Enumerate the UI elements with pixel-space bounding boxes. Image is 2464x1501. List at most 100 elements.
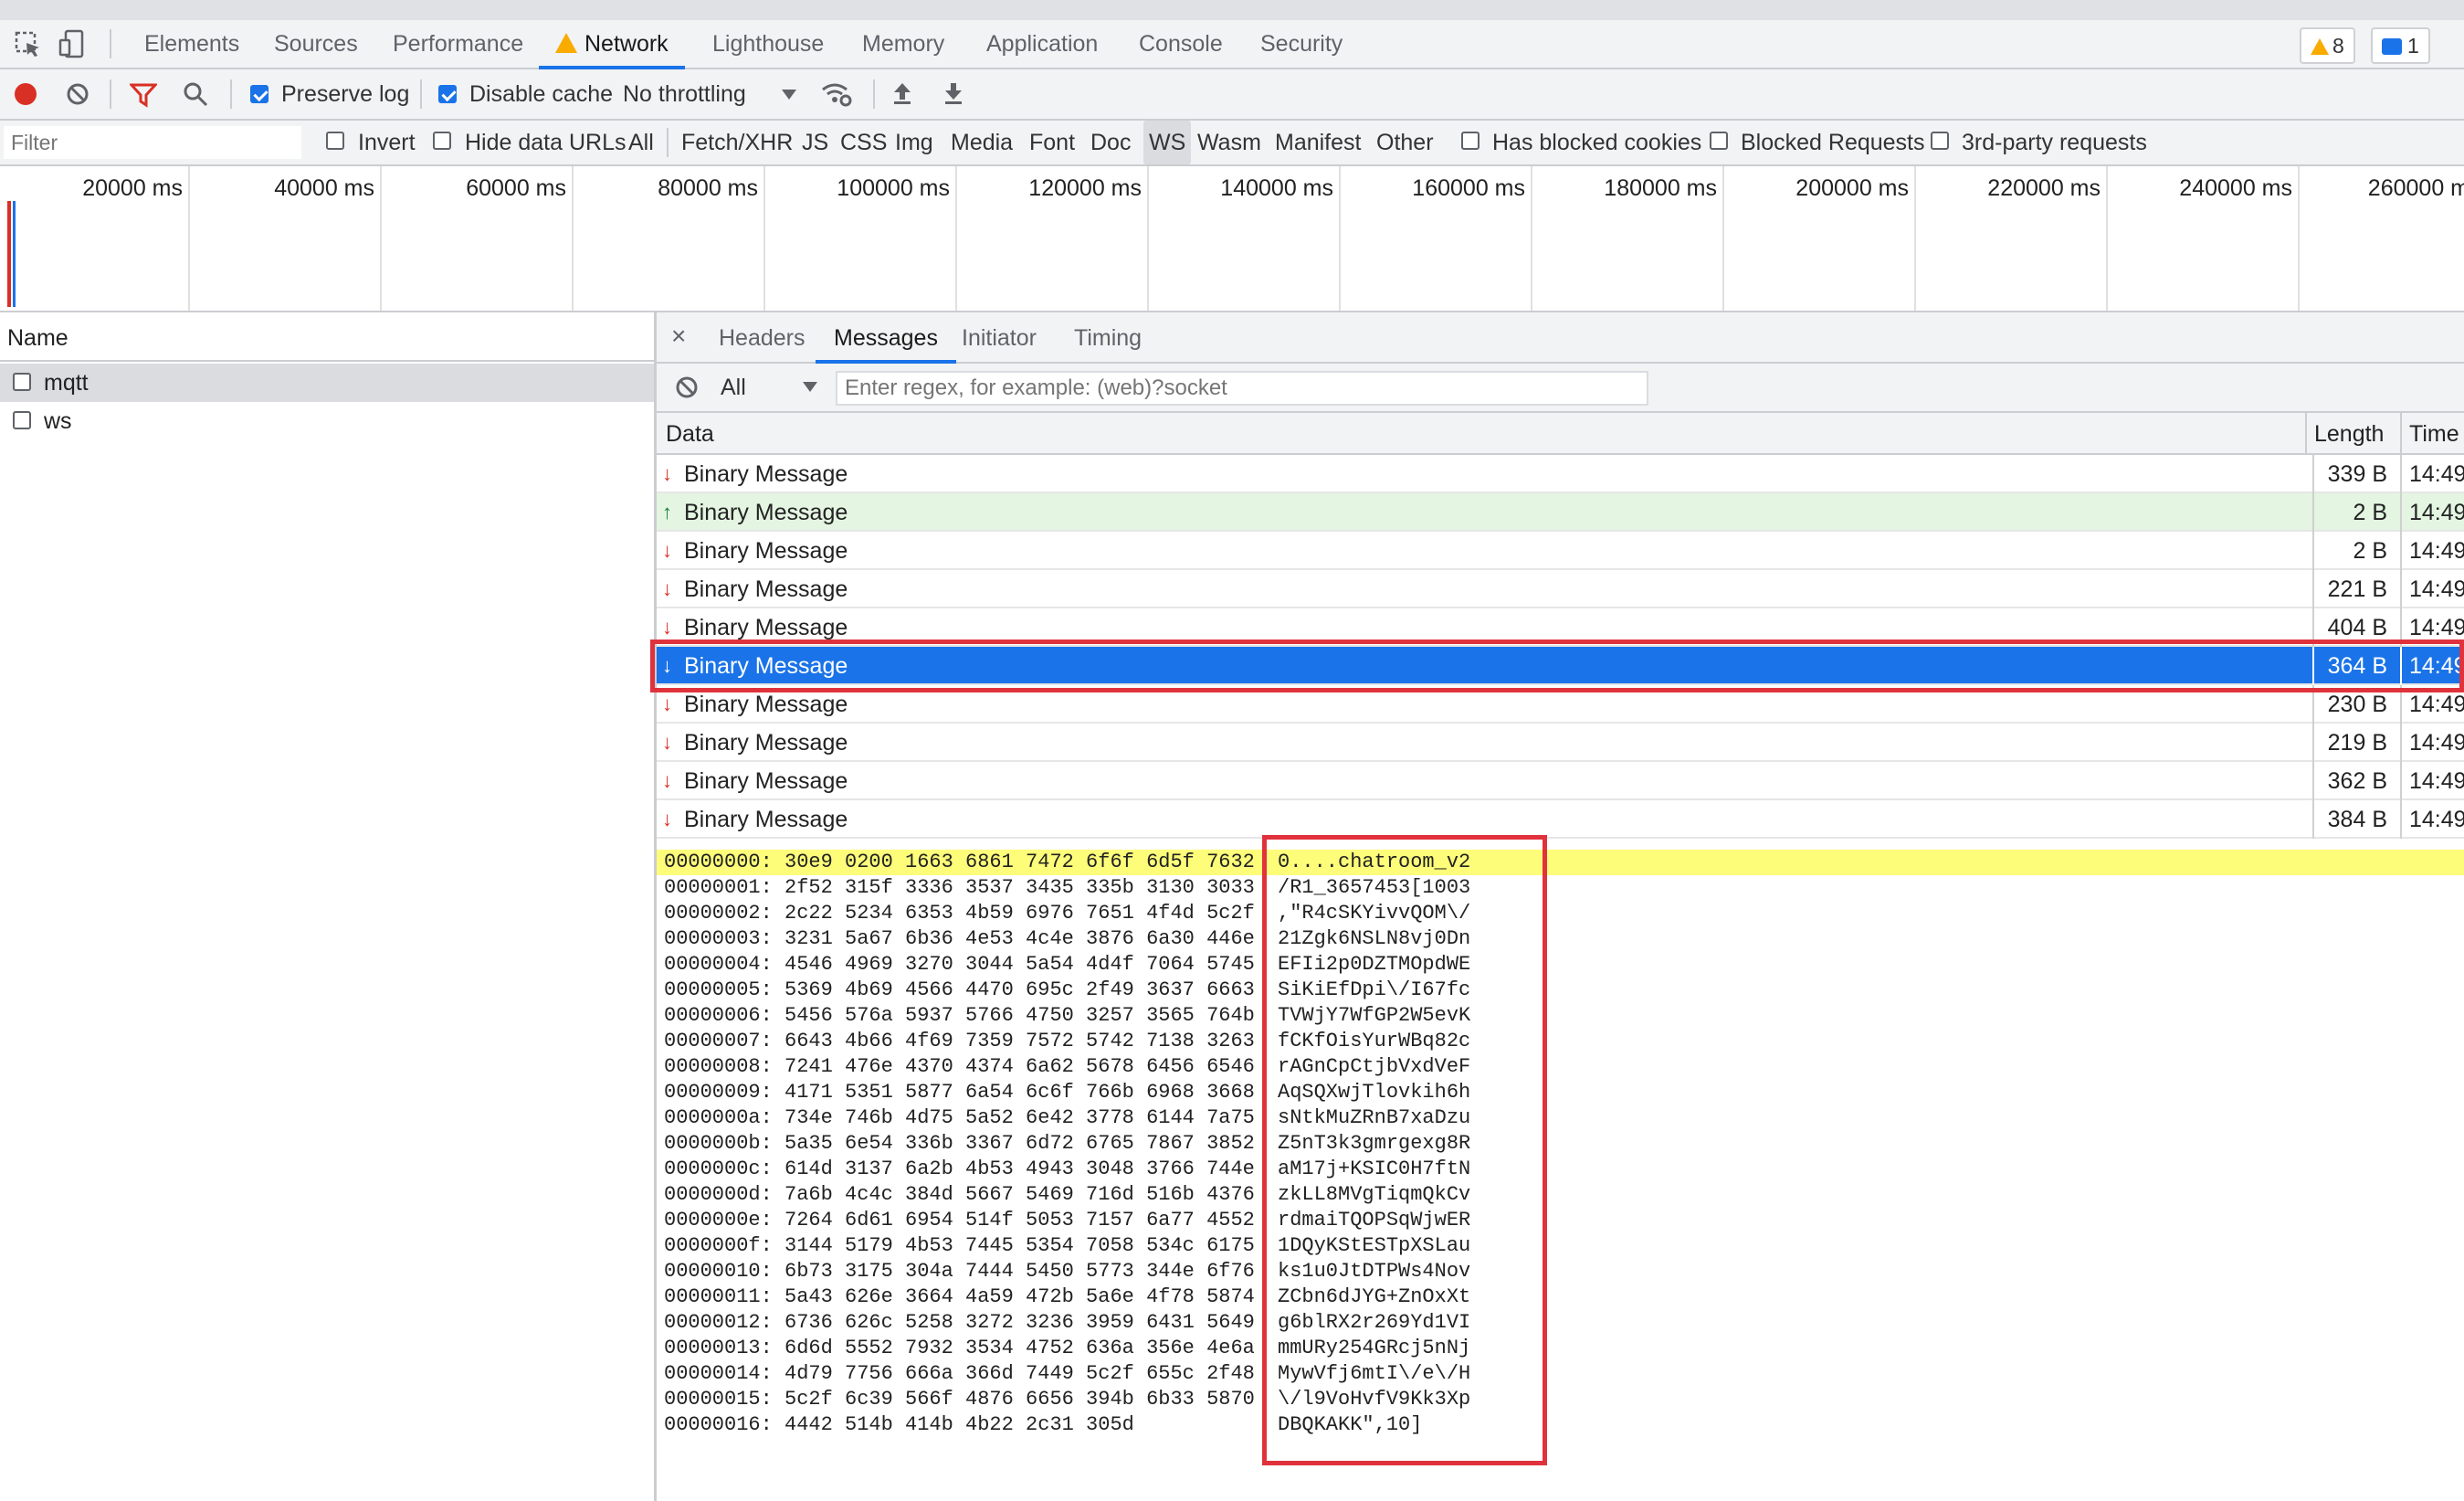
- message-row[interactable]: ↓ Binary Message 384 B14:49:: [657, 800, 2464, 839]
- type-filter-font[interactable]: Font: [1029, 121, 1075, 164]
- hex-offset: 00000000:: [664, 851, 773, 873]
- type-filter-ws[interactable]: WS: [1143, 121, 1192, 164]
- request-row-ws[interactable]: ws: [0, 402, 654, 440]
- hexdump-line: 0000000a: 734e 746b 4d75 5a52 6e42 3778 6…: [657, 1105, 2464, 1131]
- message-row[interactable]: ↓ Binary Message 362 B14:49:: [657, 762, 2464, 800]
- timeline-tick: 100000 ms: [763, 166, 957, 311]
- tab-performance[interactable]: Performance: [393, 20, 523, 68]
- filter-icon[interactable]: [130, 82, 157, 108]
- message-time: 14:49:: [2400, 493, 2464, 532]
- record-icon[interactable]: [15, 83, 37, 105]
- network-conditions-icon[interactable]: [820, 80, 853, 108]
- tab-messages[interactable]: Messages: [816, 312, 956, 364]
- tab-console[interactable]: Console: [1139, 20, 1223, 68]
- tab-initiator[interactable]: Initiator: [962, 312, 1037, 362]
- import-har-icon[interactable]: [891, 80, 913, 106]
- hex-offset: 00000007:: [664, 1030, 773, 1052]
- message-row[interactable]: ↓ Binary Message 2 B14:49:: [657, 532, 2464, 570]
- hexdump-line: 00000013: 6d6d 5552 7932 3534 4752 636a 3…: [657, 1336, 2464, 1361]
- hide-data-urls-checkbox[interactable]: [433, 132, 451, 150]
- message-length: 339 B: [2312, 455, 2395, 493]
- throttling-select[interactable]: No throttling: [623, 69, 746, 119]
- search-icon[interactable]: [183, 81, 208, 107]
- sent-arrow-icon: ↑: [662, 501, 672, 523]
- disable-cache-checkbox[interactable]: [438, 85, 457, 103]
- regex-filter-input[interactable]: [836, 371, 1648, 406]
- type-filter-media[interactable]: Media: [951, 121, 1013, 164]
- data-column-header[interactable]: Data: [666, 413, 714, 453]
- hex-offset: 0000000e:: [664, 1209, 773, 1231]
- clear-messages-icon[interactable]: [675, 375, 699, 399]
- hex-bytes: 30e9 0200 1663 6861 7472 6f6f 6d5f 7632: [784, 851, 1255, 873]
- messages-badge[interactable]: 1: [2371, 27, 2430, 64]
- blocked-requests-checkbox[interactable]: [1710, 132, 1728, 150]
- message-row[interactable]: ↑ Binary Message 2 B14:49:: [657, 493, 2464, 532]
- hexdump-line: 00000015: 5c2f 6c39 566f 4876 6656 394b 6…: [657, 1387, 2464, 1412]
- hexdump-line: 0000000b: 5a35 6e54 336b 3367 6d72 6765 7…: [657, 1131, 2464, 1157]
- hex-offset: 00000009:: [664, 1081, 773, 1104]
- tab-elements[interactable]: Elements: [144, 20, 239, 68]
- type-filter-all[interactable]: All: [628, 121, 654, 164]
- clear-icon[interactable]: [66, 82, 90, 106]
- hex-bytes: 7241 476e 4370 4374 6a62 5678 6456 6546: [784, 1055, 1255, 1078]
- message-data: Binary Message: [684, 768, 848, 794]
- time-column-header[interactable]: Time: [2400, 413, 2459, 453]
- export-har-icon[interactable]: [942, 80, 964, 106]
- tab-headers[interactable]: Headers: [719, 312, 806, 362]
- hex-bytes: 4546 4969 3270 3044 5a54 4d4f 7064 5745: [784, 953, 1255, 976]
- chevron-down-icon[interactable]: [782, 90, 796, 100]
- tab-memory[interactable]: Memory: [862, 20, 944, 68]
- device-toolbar-icon[interactable]: [58, 29, 84, 58]
- message-data: Binary Message: [684, 576, 848, 602]
- type-filter-img[interactable]: Img: [895, 121, 933, 164]
- message-length: 384 B: [2312, 800, 2395, 839]
- type-filter-fetch-xhr[interactable]: Fetch/XHR: [681, 121, 793, 164]
- type-filter-doc[interactable]: Doc: [1090, 121, 1131, 164]
- close-icon[interactable]: ×: [671, 322, 686, 351]
- message-row[interactable]: ↓ Binary Message 221 B14:49:: [657, 570, 2464, 608]
- message-row[interactable]: ↓ Binary Message 219 B14:49:: [657, 724, 2464, 762]
- hex-bytes: 6d6d 5552 7932 3534 4752 636a 356e 4e6a: [784, 1337, 1255, 1359]
- tab-security[interactable]: Security: [1260, 20, 1343, 68]
- inspect-element-icon[interactable]: [15, 31, 42, 58]
- tab-timing[interactable]: Timing: [1074, 312, 1142, 362]
- message-type-select[interactable]: All: [721, 364, 746, 411]
- hex-offset: 0000000f:: [664, 1234, 773, 1257]
- invert-checkbox[interactable]: [326, 132, 344, 150]
- detail-tab-bar: × Headers Messages Initiator Timing: [657, 312, 2464, 364]
- request-row-mqtt[interactable]: mqtt: [0, 364, 654, 402]
- hex-offset: 00000014:: [664, 1362, 773, 1385]
- warnings-badge[interactable]: 8: [2300, 27, 2355, 64]
- type-filter-other[interactable]: Other: [1376, 121, 1434, 164]
- timeline-tick: 160000 ms: [1339, 166, 1532, 311]
- type-filter-css[interactable]: CSS: [840, 121, 887, 164]
- filter-input[interactable]: [4, 126, 301, 159]
- message-row[interactable]: ↓ Binary Message 339 B14:49:: [657, 455, 2464, 493]
- tab-sources[interactable]: Sources: [274, 20, 358, 68]
- hex-offset: 0000000d:: [664, 1183, 773, 1206]
- hex-offset: 00000005:: [664, 978, 773, 1001]
- timeline-overview[interactable]: 20000 ms 40000 ms 60000 ms 80000 ms 1000…: [0, 166, 2464, 312]
- tab-network[interactable]: Network: [539, 20, 685, 69]
- tab-separator: [110, 29, 111, 58]
- length-column-header[interactable]: Length: [2305, 413, 2384, 453]
- hexdump-line: 00000009: 4171 5351 5877 6a54 6c6f 766b 6…: [657, 1080, 2464, 1105]
- chevron-down-icon[interactable]: [803, 382, 817, 392]
- third-party-checkbox[interactable]: [1931, 132, 1949, 150]
- hex-offset: 00000013:: [664, 1337, 773, 1359]
- preserve-log-checkbox[interactable]: [250, 85, 269, 103]
- type-filter-wasm[interactable]: Wasm: [1197, 121, 1261, 164]
- has-blocked-cookies-checkbox[interactable]: [1461, 132, 1479, 150]
- tab-lighthouse[interactable]: Lighthouse: [712, 20, 824, 68]
- message-time: 14:49:: [2400, 724, 2464, 762]
- message-icon: [2382, 38, 2402, 55]
- type-filter-manifest[interactable]: Manifest: [1275, 121, 1361, 164]
- hex-bytes: 7a6b 4c4c 384d 5667 5469 716d 516b 4376: [784, 1183, 1255, 1206]
- hex-bytes: 2c22 5234 6353 4b59 6976 7651 4f4d 5c2f: [784, 902, 1255, 925]
- message-length: 219 B: [2312, 724, 2395, 762]
- tab-application[interactable]: Application: [986, 20, 1098, 68]
- hex-bytes: 2f52 315f 3336 3537 3435 335b 3130 3033: [784, 876, 1255, 899]
- name-column-header[interactable]: Name: [0, 312, 654, 362]
- hex-offset: 00000011:: [664, 1285, 773, 1308]
- type-filter-js[interactable]: JS: [802, 121, 828, 164]
